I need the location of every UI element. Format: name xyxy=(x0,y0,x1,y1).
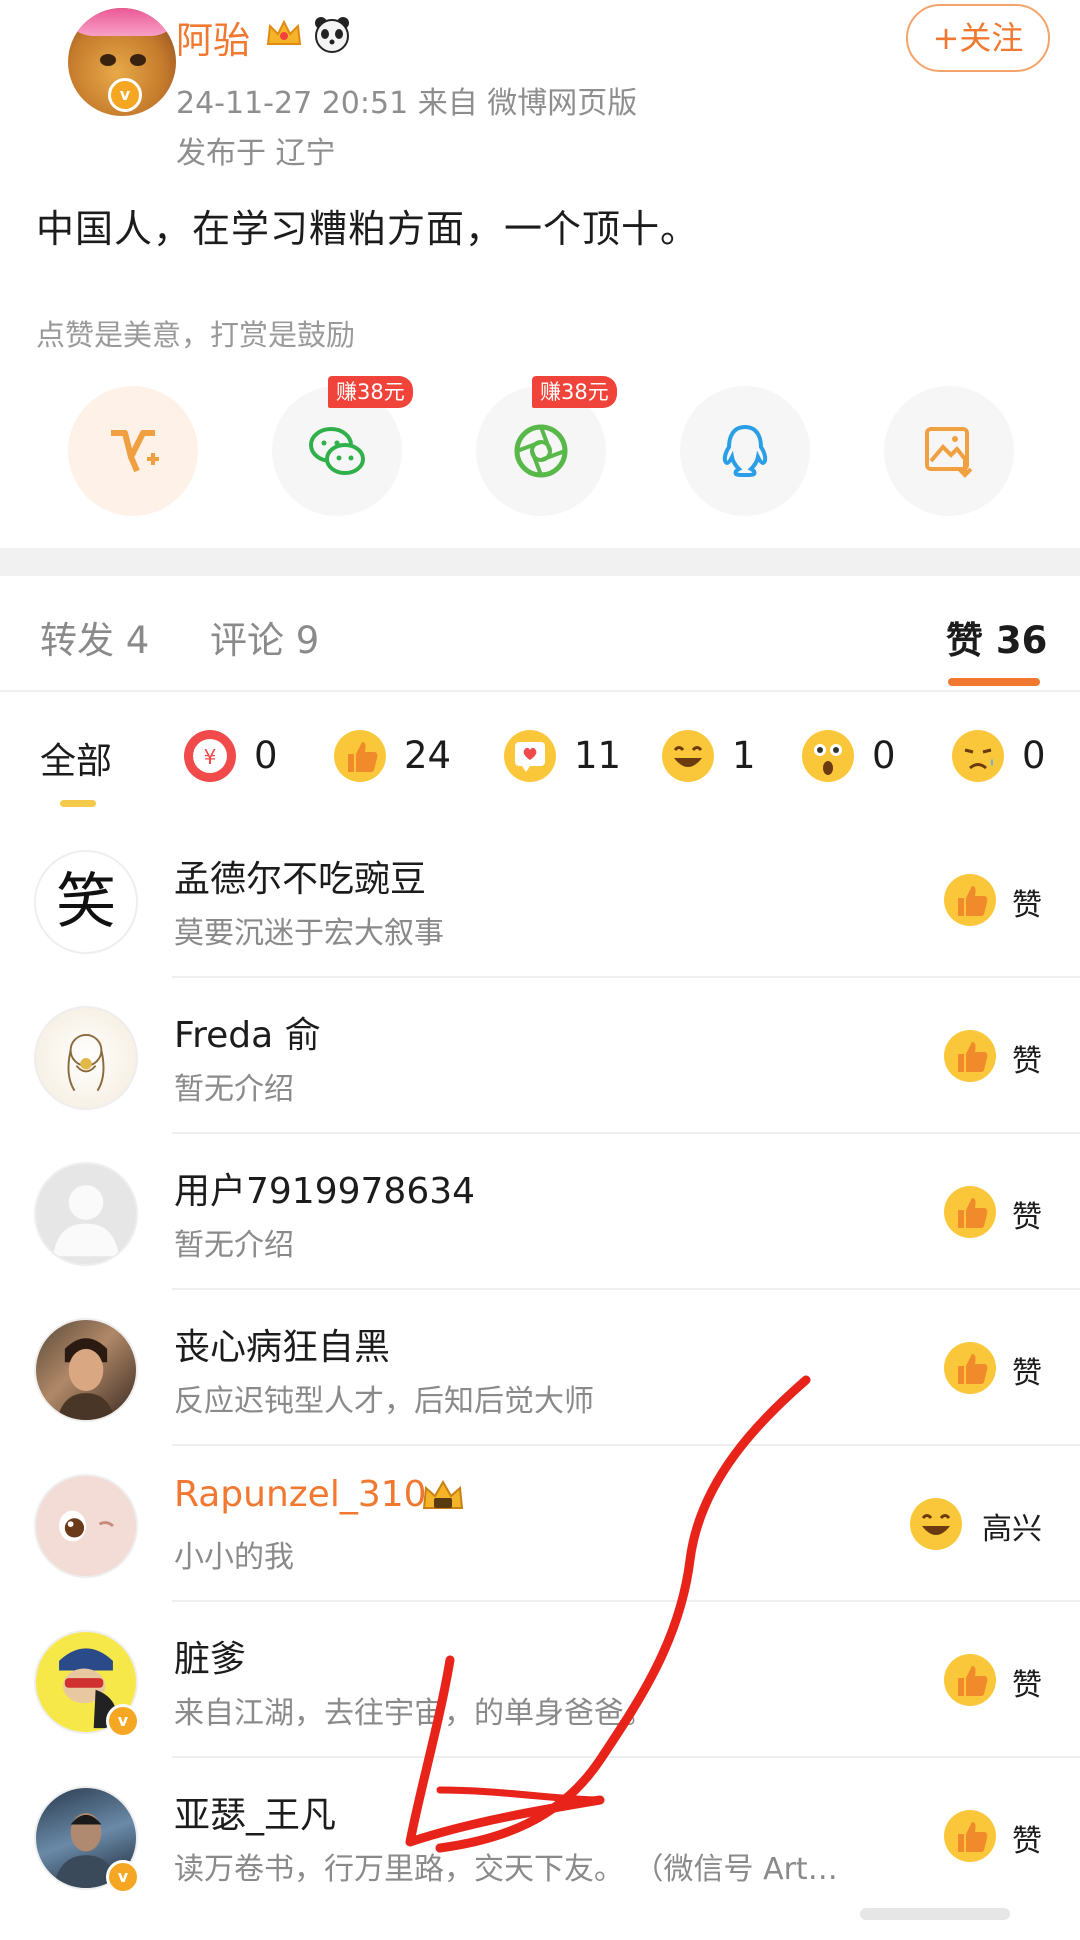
thumbs-up-icon xyxy=(944,1342,996,1394)
follow-button[interactable]: +关注 xyxy=(906,4,1050,72)
wechat-share-button[interactable]: 赚38元 xyxy=(272,376,413,516)
vip-share-button[interactable] xyxy=(68,386,198,516)
filter-count: 0 xyxy=(1022,734,1046,777)
active-tab-indicator xyxy=(948,678,1040,686)
moments-icon xyxy=(514,424,568,478)
save-image-icon xyxy=(925,427,973,478)
list-item[interactable]: Freda 俞 暂无介绍 赞 xyxy=(0,978,1080,1134)
photo-portrait-icon xyxy=(57,1338,115,1420)
list-item[interactable]: 丧心病狂自黑 反应迟钝型人才，后知后觉大师 赞 xyxy=(0,1290,1080,1446)
list-item[interactable]: Rapunzel_310 小小的我 高兴 xyxy=(0,1446,1080,1602)
moments-share-button[interactable]: 赚38元 xyxy=(476,376,617,516)
thumbs-up-icon xyxy=(944,1810,996,1862)
wechat-icon xyxy=(309,427,365,475)
filter-count: 1 xyxy=(732,734,756,777)
filter-count: 0 xyxy=(254,734,278,777)
thumbs-up-icon xyxy=(944,874,996,926)
earn-badge: 赚38元 xyxy=(532,376,617,408)
list-item[interactable]: 笑 孟德尔不吃豌豆 莫要沉迷于宏大叙事 赞 xyxy=(0,822,1080,978)
user-bio: 来自江湖，去往宇宙，的单身爸爸。 xyxy=(174,1696,654,1731)
qq-share-button[interactable] xyxy=(680,386,810,516)
list-item[interactable]: 用户7919978634 暂无介绍 赞 xyxy=(0,1134,1080,1290)
earn-badge: 赚38元 xyxy=(328,376,413,408)
post-meta: 24-11-27 20:51 来自 微博网页版 xyxy=(176,86,638,121)
laugh-icon xyxy=(662,730,714,782)
tab-like[interactable]: 赞 36 xyxy=(946,610,1047,664)
avatar[interactable] xyxy=(34,1006,138,1110)
user-name[interactable]: 丧心病狂自黑 xyxy=(174,1318,390,1370)
red-envelope-icon: ¥ xyxy=(184,730,236,782)
list-item[interactable]: v 脏爹 来自江湖，去往宇宙，的单身爸爸。 赞 xyxy=(0,1602,1080,1758)
filter-count: 11 xyxy=(574,734,622,777)
reaction-label: 赞 xyxy=(1012,1824,1042,1859)
reaction-label: 赞 xyxy=(1012,1668,1042,1703)
user-bio: 反应迟钝型人才，后知后觉大师 xyxy=(174,1384,594,1419)
heart-icon xyxy=(504,730,556,782)
section-divider xyxy=(0,548,1080,576)
thumbs-up-icon xyxy=(944,1030,996,1082)
user-bio: 暂无介绍 xyxy=(174,1228,294,1263)
avatar-char: 笑 xyxy=(56,867,116,937)
crown-icon xyxy=(266,19,302,45)
list-item[interactable]: v 亚瑟_王凡 读万卷书，行万里路，交天下友。 （微信号 Art… 赞 xyxy=(0,1758,1080,1914)
user-name[interactable]: Freda 俞 xyxy=(174,1006,321,1058)
verified-icon: v xyxy=(106,1704,140,1738)
sad-icon xyxy=(952,730,1004,782)
tab-repost[interactable]: 转发 4 xyxy=(40,610,149,664)
tab-comment[interactable]: 评论 9 xyxy=(210,610,319,664)
post-text: 中国人，在学习糟粕方面，一个顶十。 xyxy=(36,207,700,251)
user-name[interactable]: 脏爹 xyxy=(174,1630,246,1682)
vip-icon xyxy=(111,430,159,473)
post-location: 发布于 辽宁 xyxy=(176,136,336,171)
svg-text:¥: ¥ xyxy=(204,745,217,769)
avatar[interactable] xyxy=(34,1162,138,1266)
user-bio: 莫要沉迷于宏大叙事 xyxy=(174,916,444,951)
filter-all[interactable]: 全部 xyxy=(40,732,112,784)
filter-count: 24 xyxy=(404,734,452,777)
sketch-girl-icon xyxy=(67,1033,105,1092)
user-name[interactable]: 用户7919978634 xyxy=(174,1162,475,1214)
qq-icon xyxy=(722,424,768,477)
avatar[interactable] xyxy=(34,1318,138,1422)
user-bio: 读万卷书，行万里路，交天下友。 （微信号 Art… xyxy=(174,1852,838,1887)
filter-all-indicator xyxy=(60,800,96,807)
default-avatar-icon xyxy=(53,1185,119,1257)
reaction-label: 赞 xyxy=(1012,888,1042,923)
reaction-label: 高兴 xyxy=(982,1512,1042,1547)
thumbs-up-icon xyxy=(334,730,386,782)
panda-icon xyxy=(315,17,349,53)
user-name[interactable]: 孟德尔不吃豌豆 xyxy=(174,850,426,902)
reaction-label: 赞 xyxy=(1012,1356,1042,1391)
avatar[interactable] xyxy=(34,1474,138,1578)
interaction-tabs: 转发 4 评论 9 赞 36 xyxy=(0,576,1080,692)
surprised-icon xyxy=(802,730,854,782)
laugh-icon xyxy=(910,1498,962,1550)
author-avatar[interactable]: v xyxy=(34,4,176,116)
avatar[interactable]: 笑 xyxy=(34,850,138,954)
save-image-button[interactable] xyxy=(884,386,1014,516)
reaction-filters: 全部 ¥ 0 24 11 1 0 0 xyxy=(0,692,1080,822)
filter-count: 0 xyxy=(872,734,896,777)
user-bio: 暂无介绍 xyxy=(174,1072,294,1107)
reaction-label: 赞 xyxy=(1012,1200,1042,1235)
reaction-label: 赞 xyxy=(1012,1044,1042,1079)
post-card: v 阿骀 +关注 24-11-27 20:51 来自 微博网页版 发布于 辽宁 … xyxy=(0,0,1080,548)
reward-hint: 点赞是美意，打赏是鼓励 xyxy=(36,318,356,352)
share-row: 赚38元 赚38元 xyxy=(0,376,1080,520)
user-bio: 小小的我 xyxy=(174,1540,294,1575)
verified-icon: v xyxy=(108,78,142,112)
user-name[interactable]: Rapunzel_310 xyxy=(174,1474,427,1515)
home-indicator xyxy=(860,1908,1010,1920)
verified-icon: v xyxy=(106,1860,140,1894)
user-name[interactable]: 亚瑟_王凡 xyxy=(174,1786,336,1838)
vip-crown-icon xyxy=(422,1479,464,1509)
thumbs-up-icon xyxy=(944,1186,996,1238)
cartoon-face-icon xyxy=(59,1510,114,1542)
author-name[interactable]: 阿骀 xyxy=(176,10,250,64)
thumbs-up-icon xyxy=(944,1654,996,1706)
